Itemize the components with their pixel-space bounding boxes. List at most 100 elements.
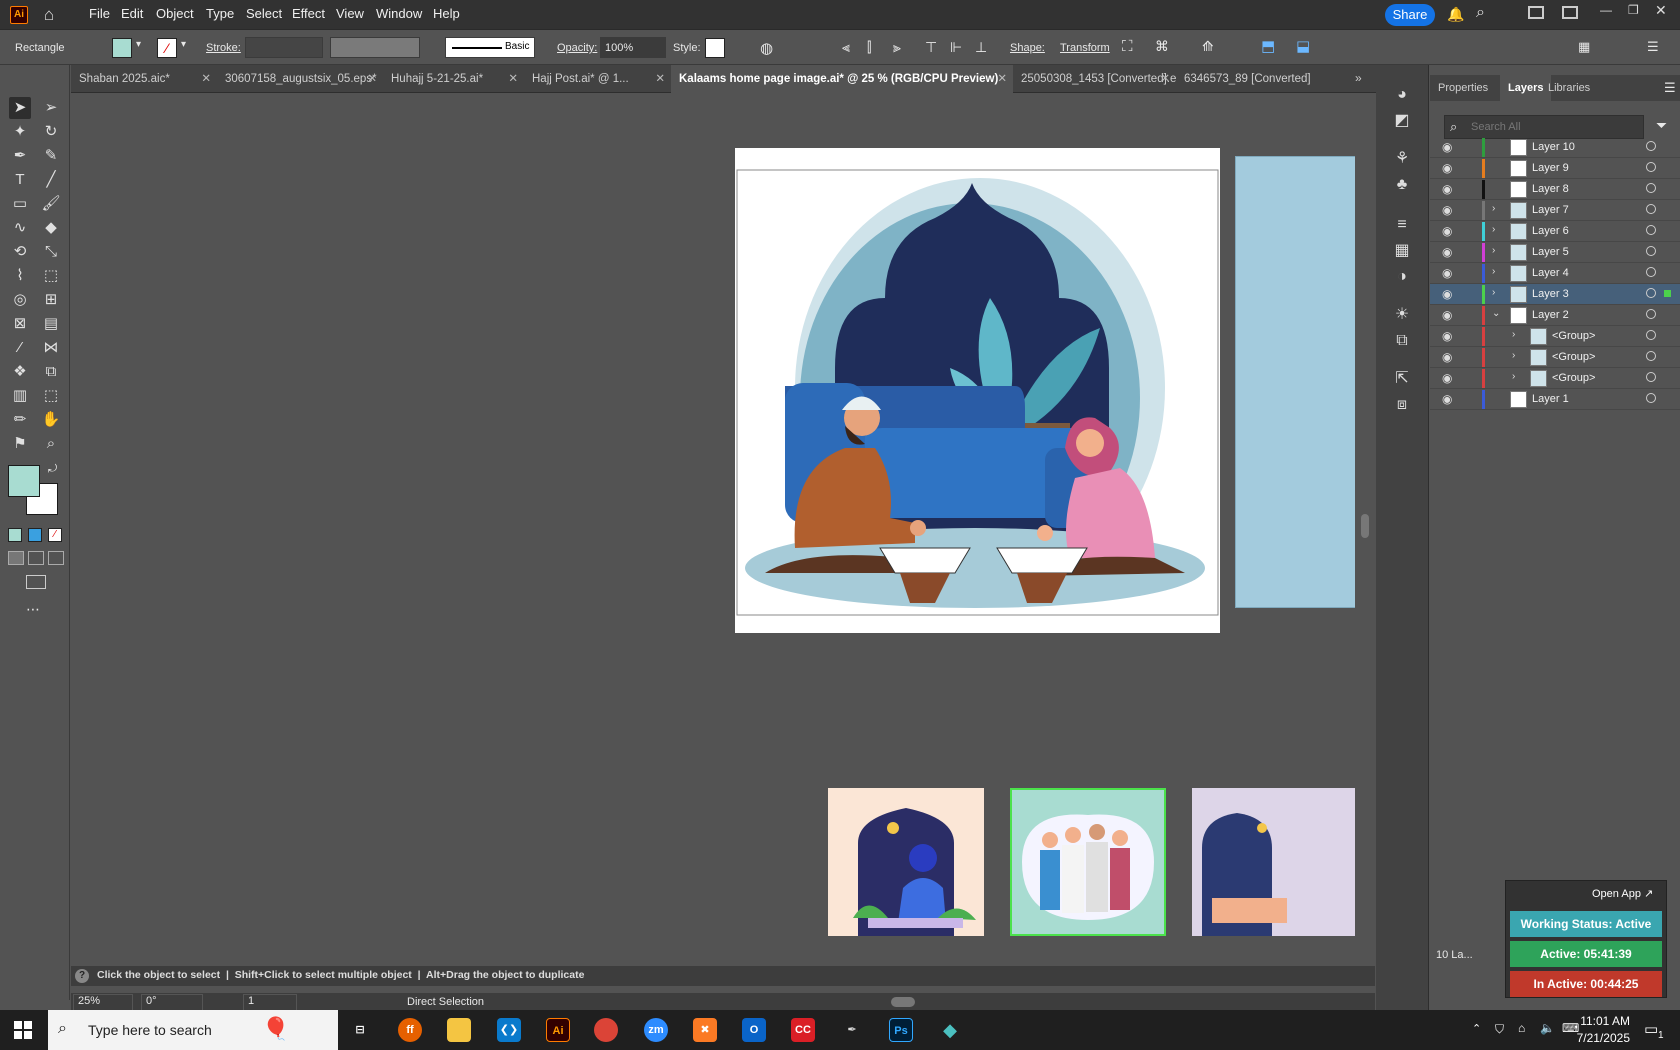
document-tab[interactable]: Hajj Post.ai* @ 1... ✕ [524, 65, 671, 93]
chevron-right-icon[interactable]: › [1492, 224, 1495, 235]
screen-mode-icon[interactable] [26, 575, 46, 589]
document-tab[interactable]: Shaban 2025.aic* ✕ [71, 65, 217, 93]
draw-mode-icon[interactable] [8, 551, 24, 565]
align-center-icon[interactable]: ⫿ [867, 39, 871, 56]
hand-tool-icon[interactable]: ✋ [40, 409, 62, 431]
layer-name[interactable]: Layer 10 [1532, 141, 1575, 153]
document-tab[interactable]: Huhajj 5-21-25.ai* ✕ [383, 65, 524, 93]
chevron-right-icon[interactable]: › [1492, 266, 1495, 277]
layer-name[interactable]: <Group> [1552, 351, 1595, 363]
layer-name[interactable]: Layer 1 [1532, 393, 1569, 405]
layer-target-icon[interactable] [1646, 183, 1656, 193]
brush-definition[interactable]: Basic [445, 37, 535, 58]
graph-tool-icon[interactable]: ▥ [9, 385, 31, 407]
visibility-eye-icon[interactable]: ◉ [1442, 350, 1452, 364]
windows-start-icon[interactable] [14, 1021, 32, 1039]
layer-row[interactable]: ◉ › Layer 5 [1430, 242, 1680, 263]
symbols-panel-icon[interactable]: ♣ [1390, 173, 1414, 197]
align-middle-icon[interactable]: ⊩ [950, 39, 962, 56]
menu-window[interactable]: Window [376, 6, 422, 21]
swap-icon[interactable]: ⤾ [48, 463, 57, 476]
file-explorer-icon[interactable] [447, 1018, 471, 1042]
shaper-tool-icon[interactable]: ∿ [9, 217, 31, 239]
outlook-icon[interactable]: O [742, 1018, 766, 1042]
gradient-tool-icon[interactable]: ▤ [40, 313, 62, 335]
magic-wand-icon[interactable]: ✦ [9, 121, 31, 143]
thumbnail-artboard-3-partial[interactable] [1192, 788, 1375, 936]
chevron-right-icon[interactable]: › [1512, 350, 1515, 361]
add-artboard-icon[interactable]: ⬒ [1261, 37, 1275, 55]
vertical-scrollbar[interactable] [1355, 94, 1375, 966]
blend-tool-icon[interactable]: ⋈ [40, 337, 62, 359]
layer-row[interactable]: ◉ Layer 10 [1430, 137, 1680, 158]
none-mode-icon[interactable]: ⁄ [48, 528, 62, 542]
tray-app-icon[interactable]: ⛉ [1495, 1022, 1504, 1037]
tray-chevron-icon[interactable]: ⌃ [1472, 1022, 1481, 1035]
free-transform-icon[interactable]: ⬚ [40, 265, 62, 287]
layer-target-icon[interactable] [1646, 204, 1656, 214]
artboard-tool-icon[interactable]: ⧉ [40, 361, 62, 383]
layer-search-input[interactable]: ⌕ Search All [1444, 115, 1644, 139]
visibility-eye-icon[interactable]: ◉ [1442, 266, 1452, 280]
taskbar-time[interactable]: 11:01 AM [1570, 1014, 1630, 1028]
app-diamond-icon[interactable]: ◆ [938, 1018, 962, 1042]
menu-file[interactable]: File [89, 6, 110, 21]
xampp-icon[interactable]: ✖ [693, 1018, 717, 1042]
notification-icon[interactable]: ▭ [1644, 1020, 1658, 1038]
symbol-sprayer-icon[interactable]: ❖ [9, 361, 31, 383]
visibility-eye-icon[interactable]: ◉ [1442, 161, 1452, 175]
menu-edit[interactable]: Edit [121, 6, 143, 21]
canvas[interactable] [71, 94, 1375, 966]
task-view-icon[interactable]: ⊟ [348, 1018, 372, 1042]
chevron-right-icon[interactable]: › [1492, 245, 1495, 256]
layer-row[interactable]: ◉ Layer 9 [1430, 158, 1680, 179]
graphic-styles-icon[interactable]: ⧉ [1390, 329, 1414, 353]
variable-width-profile[interactable] [330, 37, 420, 58]
direct-selection-tool-icon[interactable]: ➢ [40, 97, 62, 119]
paintbrush-icon[interactable]: 🖌 [40, 193, 62, 215]
color-panel-icon[interactable]: ◕ [1390, 83, 1414, 107]
chrome-icon[interactable] [594, 1018, 618, 1042]
export-icon[interactable]: ⬓ [1296, 37, 1310, 55]
layer-name[interactable]: <Group> [1552, 330, 1595, 342]
chevron-right-icon[interactable]: › [1512, 329, 1515, 340]
brushes-panel-icon[interactable]: ⚘ [1390, 147, 1414, 171]
rectangle-tool-icon[interactable]: ▭ [9, 193, 31, 215]
menu-effect[interactable]: Effect [292, 6, 325, 21]
selected-art-indicator[interactable] [1664, 290, 1671, 297]
layer-target-icon[interactable] [1646, 246, 1656, 256]
layer-row[interactable]: ◉ Layer 1 [1430, 389, 1680, 410]
layer-row[interactable]: ◉ › Layer 3 [1430, 284, 1680, 305]
layer-target-icon[interactable] [1646, 225, 1656, 235]
illustrator-icon[interactable]: Ai [546, 1018, 570, 1042]
transparency-panel-icon[interactable]: ◑ [1390, 265, 1414, 289]
slice-tool-icon[interactable]: ⬚ [40, 385, 62, 407]
artboards-panel-icon[interactable]: ⧈ [1390, 393, 1414, 417]
zoom-select[interactable]: 25% [73, 994, 133, 1011]
rotation-select[interactable]: 0° [141, 994, 203, 1011]
bell-icon[interactable]: 🔔 [1447, 6, 1464, 23]
chevron-right-icon[interactable]: › [1512, 371, 1515, 382]
type-tool-icon[interactable]: T [9, 169, 31, 191]
pencil-icon[interactable]: ✏ [9, 409, 31, 431]
workspace-icon[interactable] [1528, 6, 1544, 19]
artboard-main[interactable] [735, 148, 1220, 633]
align-left-icon[interactable]: ⫷ [842, 39, 850, 56]
photoshop-icon[interactable]: Ps [889, 1018, 913, 1042]
vscode-icon[interactable]: ❮❯ [497, 1018, 521, 1042]
line-tool-icon[interactable]: ╱ [40, 169, 62, 191]
zoom-tool-icon[interactable]: ⌕ [40, 433, 62, 455]
gradient-mode-icon[interactable] [28, 528, 42, 542]
export-panel-icon[interactable]: ⇱ [1390, 367, 1414, 391]
close-tab-icon[interactable]: ✕ [1160, 65, 1170, 93]
stroke-panel-icon[interactable]: ≡ [1390, 213, 1414, 237]
firefox-icon[interactable]: ff [398, 1018, 422, 1042]
curvature-tool-icon[interactable]: ✎ [40, 145, 62, 167]
help-icon[interactable]: ? [75, 969, 89, 983]
artboard-select[interactable]: 1 [243, 994, 297, 1011]
scale-tool-icon[interactable]: ⤡ [40, 241, 62, 263]
zoom-app-icon[interactable]: zm [644, 1018, 668, 1042]
mesh-tool-icon[interactable]: ⊠ [9, 313, 31, 335]
visibility-eye-icon[interactable]: ◉ [1442, 287, 1452, 301]
layer-target-icon[interactable] [1646, 351, 1656, 361]
